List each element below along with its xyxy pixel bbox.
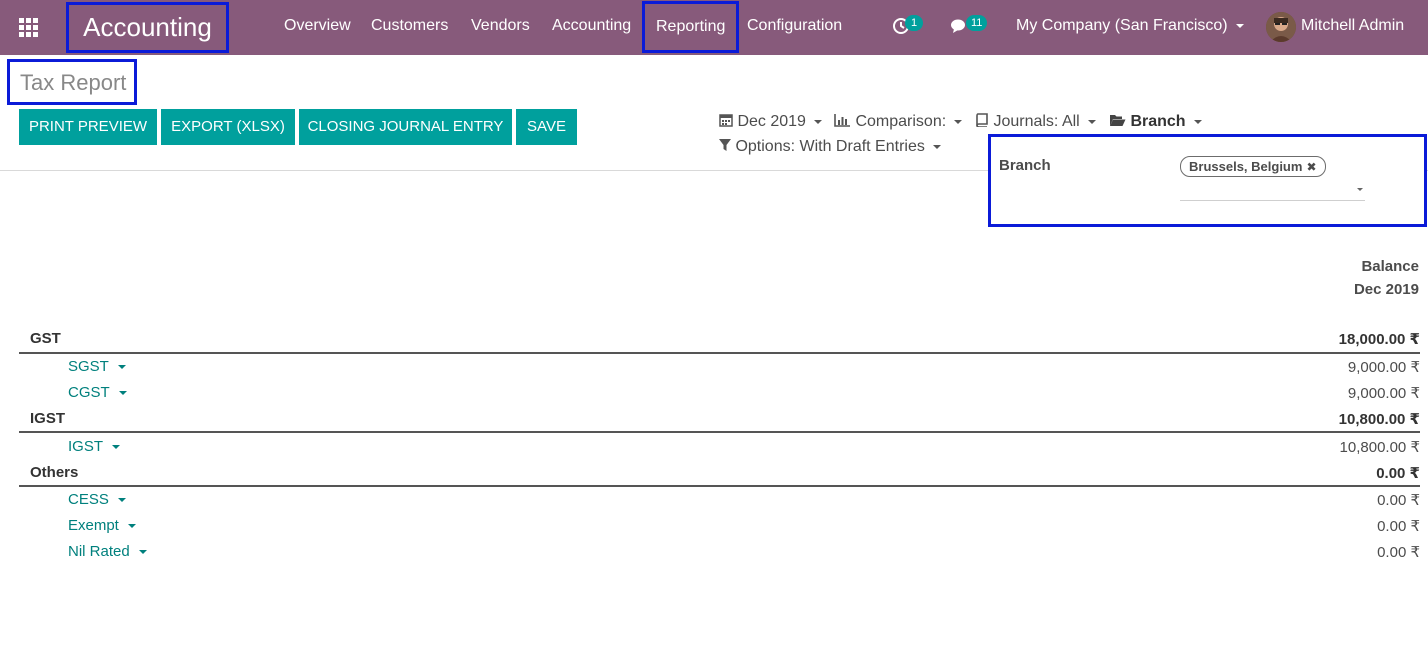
journals-filter[interactable]: Journals: All: [975, 113, 1096, 131]
column-header-balance: Balance: [1361, 258, 1419, 275]
tax-line-value: 0.00 ₹: [1377, 492, 1420, 509]
branch-dropdown-panel: [988, 134, 1427, 227]
tax-line-value: 9,000.00 ₹: [1347, 385, 1420, 402]
menu-vendors[interactable]: Vendors: [471, 17, 530, 35]
menu-customers[interactable]: Customers: [371, 17, 448, 35]
calendar-icon: [719, 114, 733, 127]
chevron-down-icon: [1193, 119, 1202, 124]
chevron-down-icon: [1087, 119, 1096, 124]
close-icon[interactable]: ✖: [1306, 160, 1316, 174]
user-name[interactable]: Mitchell Admin: [1301, 17, 1404, 35]
section-name: IGST: [30, 410, 66, 427]
messages-icon[interactable]: [950, 17, 968, 35]
section-name: GST: [30, 330, 61, 347]
bar-chart-icon: [834, 114, 850, 127]
chevron-down-icon: [1235, 23, 1244, 28]
options-filter[interactable]: Options: With Draft Entries: [719, 138, 941, 156]
chevron-down-icon: [954, 119, 963, 124]
company-switcher[interactable]: My Company (San Francisco): [1016, 17, 1244, 35]
tax-line[interactable]: CESS: [68, 491, 126, 508]
tax-line-label: Nil Rated: [68, 543, 130, 560]
menu-accounting[interactable]: Accounting: [552, 17, 631, 35]
apps-grid-icon[interactable]: [19, 18, 39, 37]
section-total: 0.00 ₹: [1376, 465, 1420, 482]
messages-badge: 11: [966, 15, 988, 31]
comparison-filter-label: Comparison:: [855, 113, 947, 130]
chevron-down-icon: [112, 445, 121, 450]
tax-line[interactable]: CGST: [68, 384, 127, 401]
tax-line-value: 0.00 ₹: [1377, 518, 1420, 535]
branch-filter-label: Branch: [1130, 113, 1186, 130]
page-title: Tax Report: [20, 70, 127, 95]
chevron-down-icon: [118, 391, 127, 396]
branch-filter[interactable]: Branch: [1109, 113, 1202, 131]
company-name: My Company (San Francisco): [1016, 17, 1228, 34]
branch-tag: Brussels, Belgium ✖: [1180, 156, 1326, 177]
date-filter[interactable]: Dec 2019: [719, 113, 822, 131]
tax-line[interactable]: SGST: [68, 358, 126, 375]
tax-line-label: CESS: [68, 491, 109, 508]
tax-line-label: IGST: [68, 438, 104, 455]
filter-funnel-icon: [719, 139, 731, 151]
tax-line-value: 0.00 ₹: [1377, 544, 1420, 561]
folder-open-icon: [1110, 115, 1126, 126]
tax-line[interactable]: Nil Rated: [68, 543, 147, 560]
print-preview-button[interactable]: PRINT PREVIEW: [19, 109, 157, 145]
options-filter-label: Options: With Draft Entries: [735, 138, 925, 155]
chevron-down-icon: [813, 119, 822, 124]
chevron-down-icon: [138, 550, 147, 555]
section-divider: [19, 485, 1420, 487]
branch-field-label: Branch: [999, 157, 1051, 174]
avatar[interactable]: [1266, 12, 1296, 42]
tax-line-value: 9,000.00 ₹: [1347, 359, 1420, 376]
section-total: 10,800.00 ₹: [1338, 411, 1420, 428]
section-total: 18,000.00 ₹: [1338, 331, 1420, 348]
comparison-filter[interactable]: Comparison:: [834, 113, 963, 131]
tax-line-label: SGST: [68, 358, 109, 375]
menu-overview[interactable]: Overview: [284, 17, 351, 35]
branch-tag-label: Brussels, Belgium: [1189, 159, 1303, 174]
export-xlsx-button[interactable]: EXPORT (XLSX): [161, 109, 295, 145]
section-divider: [19, 431, 1420, 433]
top-navbar: Accounting Overview Customers Vendors Ac…: [0, 0, 1428, 55]
chevron-down-icon: [117, 498, 126, 503]
tax-line-value: 10,800.00 ₹: [1339, 439, 1420, 456]
tax-line-label: Exempt: [68, 517, 119, 534]
closing-journal-entry-button[interactable]: CLOSING JOURNAL ENTRY: [299, 109, 512, 145]
save-button[interactable]: SAVE: [516, 109, 577, 145]
date-filter-label: Dec 2019: [737, 113, 806, 130]
chevron-down-icon[interactable]: [1357, 188, 1363, 191]
menu-reporting[interactable]: Reporting: [642, 1, 740, 53]
book-icon: [976, 113, 988, 128]
tax-line-label: CGST: [68, 384, 110, 401]
activity-badge: 1: [905, 15, 923, 31]
branch-select-input[interactable]: [1180, 200, 1365, 201]
journals-filter-label: Journals: All: [993, 113, 1080, 130]
menu-configuration[interactable]: Configuration: [747, 17, 842, 35]
tax-line[interactable]: Exempt: [68, 517, 136, 534]
app-brand[interactable]: Accounting: [66, 2, 229, 53]
column-header-period: Dec 2019: [1353, 281, 1419, 298]
section-divider: [19, 352, 1420, 354]
chevron-down-icon: [117, 365, 126, 370]
tax-line[interactable]: IGST: [68, 438, 121, 455]
section-name: Others: [30, 464, 79, 481]
chevron-down-icon: [932, 144, 941, 149]
chevron-down-icon: [127, 524, 136, 529]
